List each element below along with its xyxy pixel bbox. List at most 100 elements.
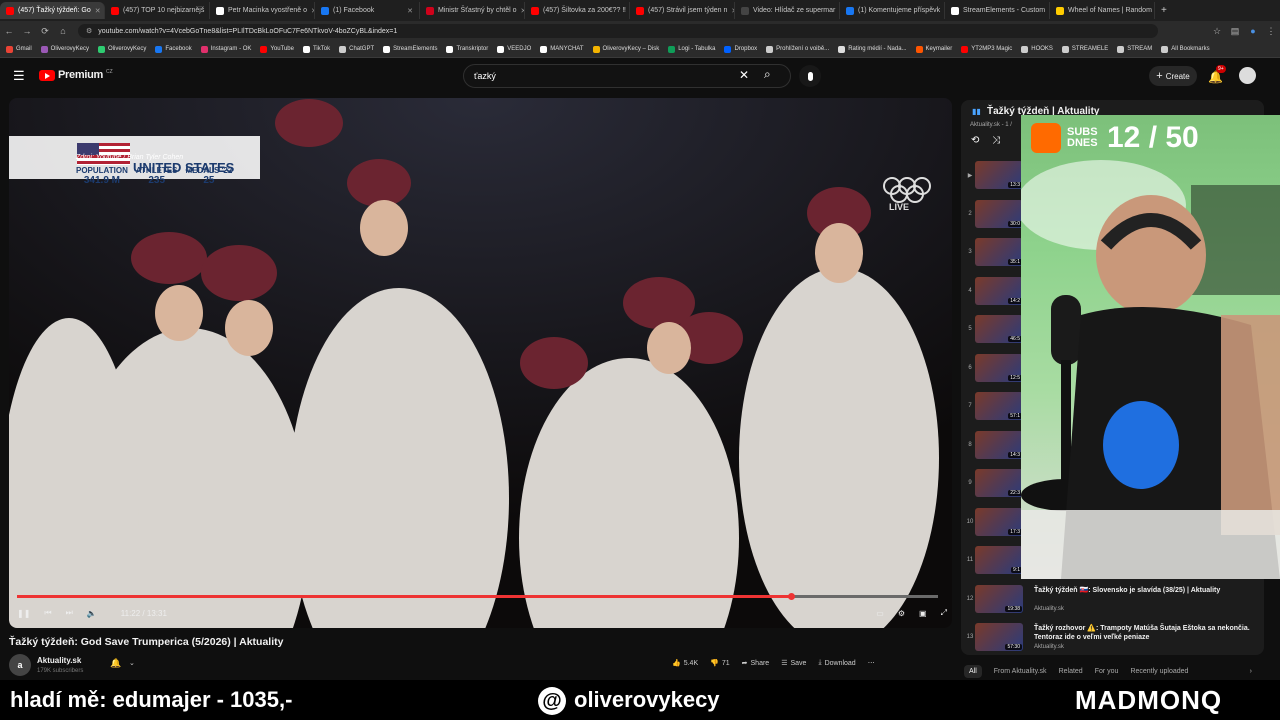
reload-icon[interactable]: ⟳ <box>36 26 54 37</box>
progress-scrubber[interactable] <box>787 593 795 600</box>
url-field[interactable]: ⚙ youtube.com/watch?v=4VcebGoTne8&list=P… <box>78 24 1158 38</box>
filter-chip[interactable]: All <box>964 664 982 678</box>
account-avatar[interactable] <box>1239 67 1256 84</box>
donation-ticker: hladí mě: edumajer - 1035,- <box>10 687 293 712</box>
share-button[interactable]: ➦ Share <box>742 659 770 668</box>
playlist-thumbnail: 57:1 <box>975 392 1023 420</box>
related-chips: All From Aktuality.sk Related For you Recent… <box>961 662 1264 680</box>
miniplayer-icon[interactable]: ▣ <box>919 609 927 618</box>
browser-tab[interactable]: (457) Šiltovka za 200€?? ‼✕ <box>525 2 630 19</box>
tab-favicon-icon <box>531 6 539 15</box>
close-tab-icon[interactable]: ✕ <box>95 7 101 15</box>
bookmark-item[interactable]: Logi - Tabulka <box>668 45 715 53</box>
bookmark-item[interactable]: ChatGPT <box>339 45 374 53</box>
volume-icon[interactable]: 🔈 <box>87 609 97 618</box>
browser-tab[interactable]: (1) Facebook ✕ <box>315 2 420 19</box>
profile-icon[interactable]: ● <box>1244 26 1262 36</box>
time-display: 11:22 / 13:31 <box>120 608 167 618</box>
bookmark-item[interactable]: OliverovyKecy – Disk <box>592 45 659 53</box>
search-icon[interactable]: ⌕ <box>764 67 771 82</box>
overlay-stat-value: 25 <box>203 175 215 186</box>
browser-tab[interactable]: (457) Ťažký týždeň: Go ✕ <box>0 2 105 19</box>
site-info-icon[interactable]: ⚙ <box>86 27 92 35</box>
loop-icon[interactable]: ⟲ <box>971 135 979 146</box>
bookmark-label: OliverovyKecy <box>50 46 90 52</box>
browser-tab[interactable]: StreamElements - Custom✕ <box>945 2 1050 19</box>
youtube-logo[interactable]: Premium CZ <box>39 69 113 81</box>
filter-chip[interactable]: For you <box>1095 668 1119 675</box>
bookmark-item[interactable]: TikTok <box>302 45 330 53</box>
home-icon[interactable]: ⌂ <box>54 26 72 36</box>
browser-tab[interactable]: (457) TOP 10 nejbizarnějš✕ <box>105 2 210 19</box>
playlist-item[interactable]: 12 19:38 Ťažký týždeň 🇸🇰: Slovensko je sla… <box>961 584 1264 618</box>
browser-tab[interactable]: Petr Macinka vyostřeně o✕ <box>210 2 315 19</box>
channel-name[interactable]: Aktuality.sk <box>37 656 81 665</box>
browser-tab[interactable]: Ministr Šťastný by chtěl o✕ <box>420 2 525 19</box>
bookmark-item[interactable]: Gmail <box>6 45 32 53</box>
filter-chip[interactable]: Related <box>1059 668 1083 675</box>
new-tab-icon[interactable]: + <box>1161 5 1167 16</box>
notifications-button[interactable]: 🔔 9+ <box>1208 65 1226 84</box>
forward-icon[interactable]: → <box>18 26 36 36</box>
close-tab-icon[interactable]: ✕ <box>407 7 413 15</box>
bookmark-label: Instagram - OK <box>210 46 252 52</box>
channel-avatar[interactable]: a <box>9 654 31 676</box>
progress-remaining[interactable] <box>790 595 938 598</box>
bookmark-item[interactable]: Transkriptor <box>446 45 488 53</box>
bookmark-item[interactable]: Instagram - OK <box>200 45 252 53</box>
download-button[interactable]: ⤓ Download <box>818 659 855 667</box>
browser-tab[interactable]: Wheel of Names | Random✕ <box>1050 2 1155 19</box>
playlist-thumbnail: 57:30 <box>975 623 1023 651</box>
search-input[interactable]: ťazký ✕ ⌕ <box>463 64 791 88</box>
bookmark-item[interactable]: Rating médií - Nada... <box>838 45 907 53</box>
voice-search-button[interactable] <box>799 65 821 87</box>
bookmark-item[interactable]: OliverovyKecy <box>40 45 90 53</box>
bookmark-item[interactable]: HOOKS <box>1021 45 1053 53</box>
pause-icon[interactable]: ❚❚ <box>17 609 30 618</box>
next-icon[interactable]: ⏭ <box>66 608 73 618</box>
progress-played[interactable] <box>17 595 791 598</box>
bookmark-item[interactable]: Keymailer <box>915 45 952 53</box>
subtitles-icon[interactable]: ▭ <box>876 609 884 618</box>
filter-chip[interactable]: From Aktuality.sk <box>994 668 1047 675</box>
bookmark-item[interactable]: STREAM <box>1117 45 1152 53</box>
dislike-button[interactable]: 👎 71 <box>710 659 730 668</box>
subs-counter: SUBS DNES 12 / 50 <box>1031 121 1199 155</box>
previous-icon[interactable]: ⏮ <box>44 608 51 618</box>
browser-menu-icon[interactable]: ⋮ <box>1262 26 1280 37</box>
playlist-thumbnail: 14:3 <box>975 430 1023 459</box>
bookmark-favicon-icon <box>540 45 548 53</box>
menu-icon[interactable]: ☰ <box>13 68 25 84</box>
bookmark-item[interactable]: OliverovyKecy <box>98 45 146 53</box>
browser-tab[interactable]: (1) Komentujeme příspěvk✕ <box>840 2 945 19</box>
bookmark-item[interactable]: VEEDJO <box>497 45 531 53</box>
shuffle-icon[interactable]: ⤨ <box>992 135 1000 146</box>
save-button[interactable]: ☰ Save <box>781 659 806 668</box>
bookmark-item[interactable]: YT2MP3 Magic <box>961 45 1012 53</box>
create-button[interactable]: + Create <box>1149 66 1197 86</box>
like-button[interactable]: 👍 5.4K <box>672 659 698 668</box>
more-actions-icon[interactable]: ⋯ <box>868 659 875 667</box>
bookmark-label: Dropbox <box>734 46 758 52</box>
extensions-icon[interactable]: ▤ <box>1226 26 1244 37</box>
bookmark-star-icon[interactable]: ☆ <box>1208 26 1226 37</box>
bookmark-item[interactable]: MANYCHAT <box>540 45 584 53</box>
clear-search-icon[interactable]: ✕ <box>739 68 749 82</box>
playlist-item[interactable]: 13 57:30 Ťažký rozhovor ⚠️: Trampoty Matúš… <box>961 622 1264 655</box>
bookmark-item[interactable]: All Bookmarks <box>1161 45 1210 53</box>
chevron-right-icon[interactable]: › <box>1250 668 1252 675</box>
browser-tab[interactable]: (457) Strávil jsem týden n✕ <box>630 2 735 19</box>
back-icon[interactable]: ← <box>0 26 18 36</box>
settings-gear-icon[interactable]: ⚙ <box>898 609 905 618</box>
bookmark-item[interactable]: Dropbox <box>724 45 758 53</box>
chevron-down-icon[interactable]: ⌄ <box>129 659 135 667</box>
subscribed-bell-icon[interactable]: 🔔 <box>110 658 121 669</box>
bookmark-item[interactable]: STREAMELE <box>1061 45 1108 53</box>
filter-chip[interactable]: Recently uploaded <box>1130 668 1188 675</box>
bookmark-item[interactable]: Prohlížení o voibě... <box>766 45 829 53</box>
fullscreen-icon[interactable]: ⤢ <box>941 608 947 618</box>
bookmark-item[interactable]: YouTube <box>260 45 294 53</box>
bookmark-item[interactable]: Facebook <box>155 45 192 53</box>
bookmark-item[interactable]: StreamElements <box>383 45 437 53</box>
browser-tab[interactable]: Video: Hlídač ze supermar✕ <box>735 2 840 19</box>
